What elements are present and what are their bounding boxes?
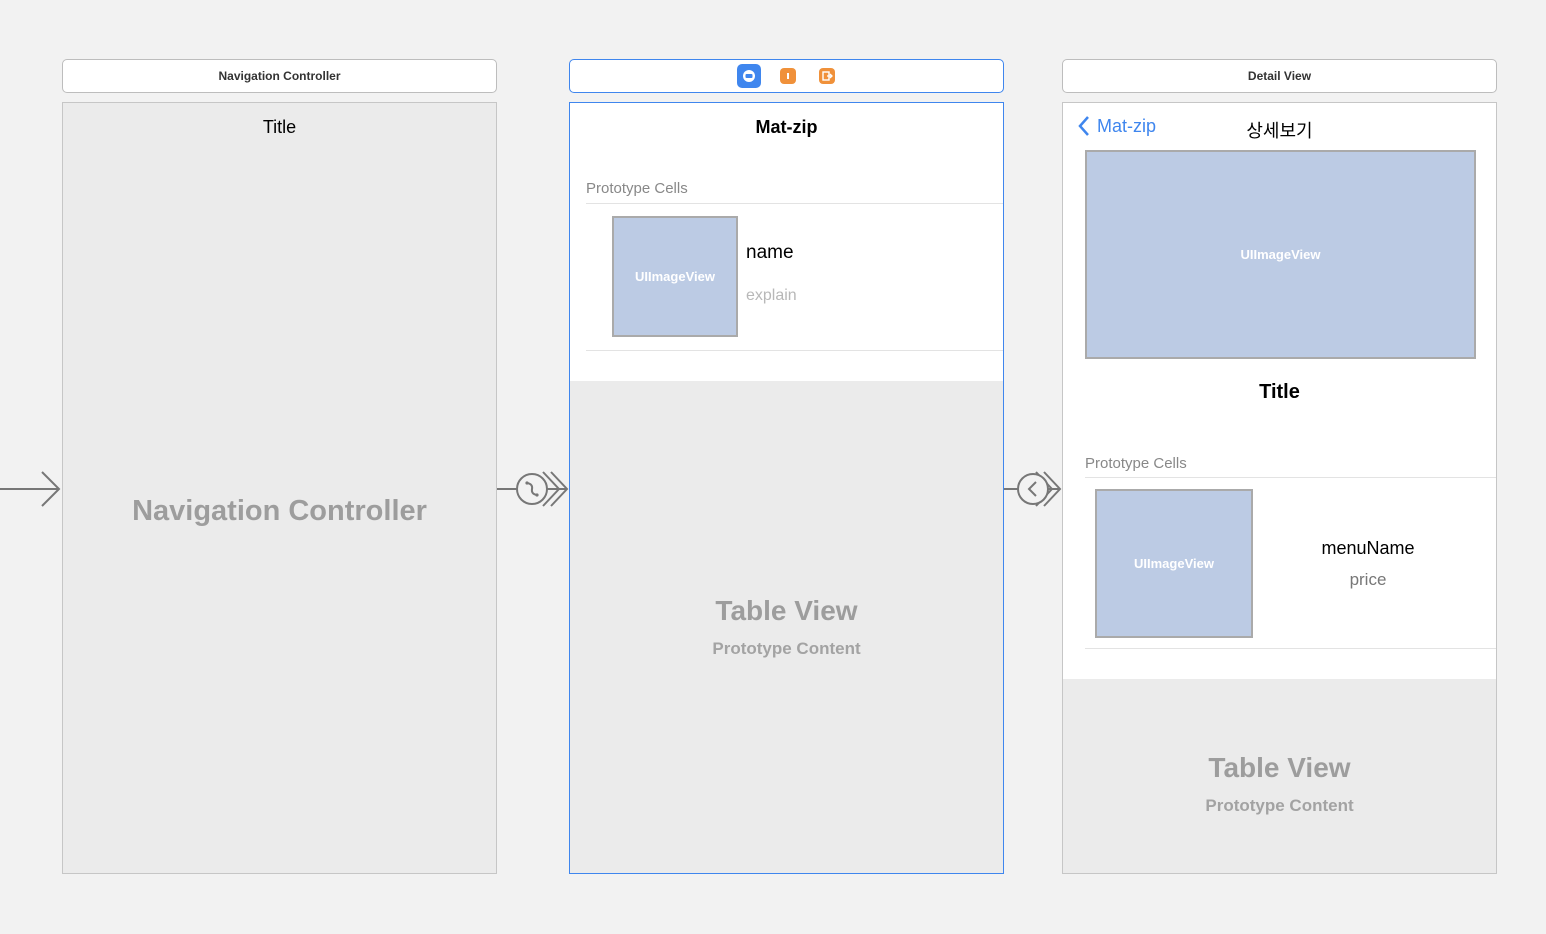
hero-image-view: UIImageView: [1085, 150, 1476, 359]
detail-table-view-placeholder: Table View: [1208, 752, 1351, 783]
detail-scene-header-label: Detail View: [1247, 69, 1312, 83]
nav-scene-header-label: Navigation Controller: [218, 69, 341, 83]
detail-title-label: Title: [1259, 381, 1300, 403]
list-scene-header[interactable]: [569, 59, 1004, 93]
table-view-subtitle: Prototype Content: [712, 639, 861, 658]
table-view-area[interactable]: Table View Prototype Content: [570, 381, 1003, 873]
cell-image-view: UIImageView: [612, 216, 738, 337]
separator: [586, 350, 1003, 351]
cell-name-label: name: [746, 242, 794, 263]
nav-scene-header[interactable]: Navigation Controller: [62, 59, 497, 93]
cell-explain-label: explain: [746, 287, 797, 304]
hero-image-label: UIImageView: [1240, 247, 1321, 262]
nav-bar-title: Title: [262, 117, 297, 137]
detail-scene-header[interactable]: Detail View: [1062, 59, 1497, 93]
menu-price-label: price: [1349, 570, 1387, 589]
detail-nav-title: 상세보기: [1246, 121, 1313, 141]
cell-image-label: UIImageView: [635, 269, 715, 284]
matzip-list-scene[interactable]: Mat-zip Prototype Cells UIImageView name…: [569, 102, 1004, 874]
detail-table-view-subtitle: Prototype Content: [1205, 796, 1354, 815]
show-segue-icon[interactable]: [1017, 473, 1049, 505]
table-cell[interactable]: UIImageView menuName price: [1063, 478, 1496, 648]
table-view-placeholder: Table View: [715, 595, 858, 626]
menu-image-view: UIImageView: [1095, 489, 1253, 638]
detail-section-header: Prototype Cells: [1085, 455, 1187, 472]
relationship-segue-icon[interactable]: [516, 473, 548, 505]
view-controller-icon[interactable]: [737, 64, 761, 88]
list-section-header: Prototype Cells: [586, 180, 688, 197]
exit-icon[interactable]: [819, 68, 835, 84]
table-cell[interactable]: UIImageView name explain: [570, 204, 1003, 350]
nav-controller-placeholder: Navigation Controller: [132, 495, 427, 527]
separator: [1085, 648, 1496, 649]
navigation-controller-scene[interactable]: Title Navigation Controller: [62, 102, 497, 874]
menu-image-label: UIImageView: [1134, 556, 1214, 571]
list-nav-title: Mat-zip: [755, 117, 818, 137]
detail-table-view-area[interactable]: Table View Prototype Content: [1063, 679, 1496, 873]
menu-name-label: menuName: [1321, 538, 1415, 558]
first-responder-icon[interactable]: [780, 68, 796, 84]
detail-view-scene[interactable]: Mat-zip 상세보기 UIImageView Title Prototype…: [1062, 102, 1497, 874]
